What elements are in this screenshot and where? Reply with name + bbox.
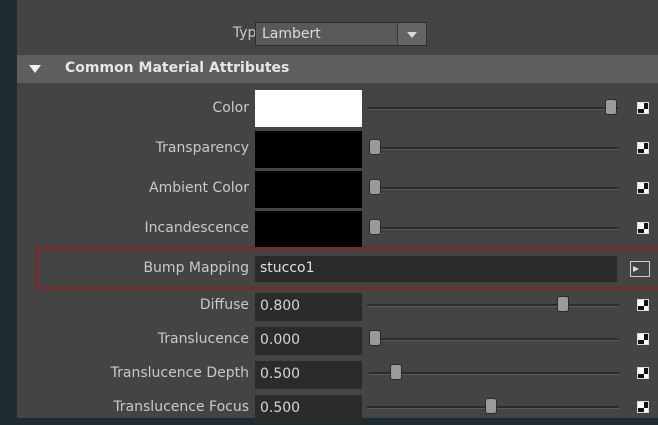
section-header-common-material-attributes[interactable]: Common Material Attributes [17, 55, 658, 83]
attr-label: Ambient Color [149, 180, 249, 196]
attr-label: Transparency [155, 140, 249, 156]
slider-handle[interactable] [485, 398, 497, 414]
field-value: 0.000 [260, 332, 301, 348]
translucence-depth-field[interactable]: 0.500 [255, 361, 362, 389]
slider-handle[interactable] [369, 219, 381, 235]
slider-handle[interactable] [390, 364, 402, 380]
color-swatch[interactable] [255, 90, 362, 127]
attr-row-translucence: Translucence 0.000 [17, 325, 658, 357]
attr-row-color: Color [17, 90, 658, 130]
map-button-icon[interactable] [637, 222, 649, 234]
attr-label: Color [212, 100, 249, 116]
section-title: Common Material Attributes [65, 60, 290, 76]
field-value: 0.500 [260, 366, 301, 382]
color-swatch[interactable] [255, 131, 362, 168]
type-dropdown[interactable]: Lambert [255, 22, 427, 46]
attr-label: Incandescence [144, 220, 249, 236]
map-button-icon[interactable] [637, 333, 649, 345]
color-swatch[interactable] [255, 171, 362, 208]
slider-handle[interactable] [369, 179, 381, 195]
slider-handle[interactable] [557, 296, 569, 312]
ambient-slider[interactable] [369, 187, 619, 190]
attr-row-transparency: Transparency [17, 130, 658, 170]
diffuse-field[interactable]: 0.800 [255, 293, 362, 321]
map-button-icon[interactable] [637, 182, 649, 194]
chevron-down-icon[interactable] [397, 23, 426, 45]
slider-handle[interactable] [369, 330, 381, 346]
color-slider[interactable] [367, 107, 619, 110]
translucence-slider[interactable] [369, 338, 619, 341]
map-button-icon[interactable] [637, 367, 649, 379]
map-button-icon[interactable] [637, 142, 649, 154]
bump-mapping-label: Bump Mapping [143, 260, 249, 276]
attr-label: Translucence [157, 331, 249, 347]
diffuse-slider[interactable] [367, 304, 619, 307]
transparency-slider[interactable] [369, 147, 619, 150]
incandescence-slider[interactable] [369, 227, 619, 230]
map-button-icon[interactable] [637, 102, 649, 114]
attr-label: Diffuse [199, 297, 249, 313]
bump-mapping-value: stucco1 [260, 260, 315, 276]
translucence-field[interactable]: 0.000 [255, 327, 362, 355]
type-row: Type Lambert [17, 20, 658, 48]
bump-mapping-field[interactable]: stucco1 [255, 256, 617, 282]
field-value: 0.500 [260, 400, 301, 416]
map-button-icon[interactable] [637, 401, 649, 413]
slider-handle[interactable] [369, 139, 381, 155]
translucence-focus-field[interactable]: 0.500 [255, 395, 362, 423]
color-swatch[interactable] [255, 211, 362, 248]
attr-label: Translucence Depth [110, 365, 249, 381]
field-value: 0.800 [260, 298, 301, 314]
attr-row-translucence-focus: Translucence Focus 0.500 [17, 393, 658, 425]
attribute-editor-panel: Type Lambert Common Material Attributes … [16, 0, 658, 423]
type-dropdown-value: Lambert [262, 26, 321, 42]
translucence-depth-slider[interactable] [369, 372, 619, 375]
slider-handle[interactable] [605, 99, 617, 115]
attr-row-incandescence: Incandescence [17, 210, 658, 250]
collapse-triangle-icon[interactable] [29, 65, 41, 73]
attr-row-diffuse: Diffuse 0.800 [17, 291, 658, 323]
attr-row-ambient-color: Ambient Color [17, 170, 658, 210]
map-button-icon[interactable] [637, 299, 649, 311]
attr-label: Translucence Focus [113, 399, 249, 415]
input-connection-icon[interactable] [630, 261, 650, 277]
attr-row-translucence-depth: Translucence Depth 0.500 [17, 359, 658, 391]
